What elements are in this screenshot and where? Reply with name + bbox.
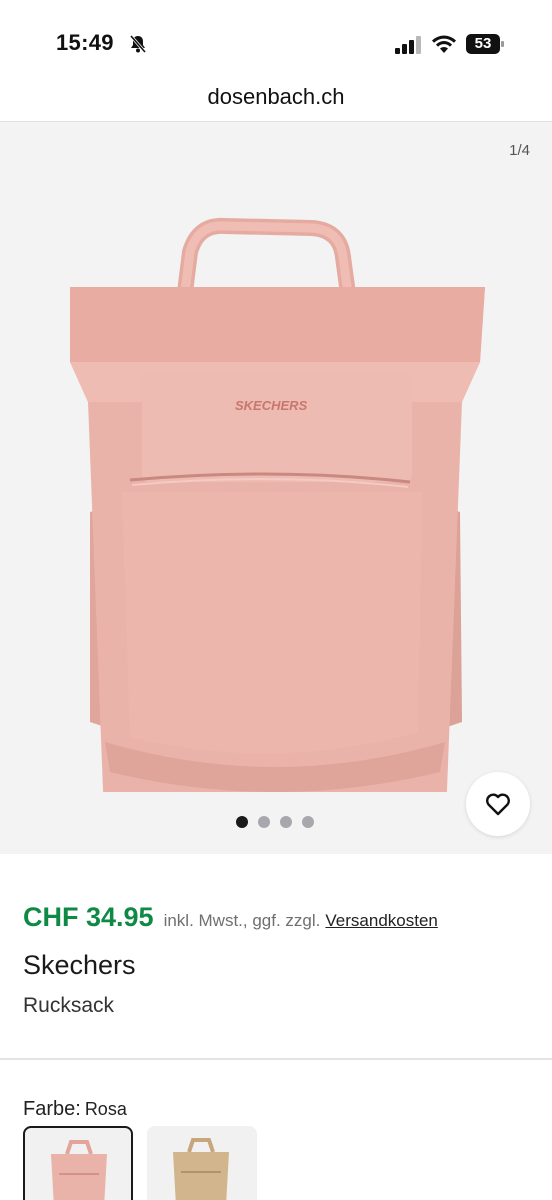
swatch-thumbnail [173, 1138, 229, 1200]
cellular-signal-icon [395, 36, 421, 54]
image-counter: 1/4 [509, 142, 530, 159]
gallery-dot[interactable] [236, 816, 248, 828]
product-gallery[interactable]: 1/4 SKECHERS [0, 122, 552, 854]
battery-level: 53 [474, 35, 492, 52]
wifi-icon [432, 35, 456, 53]
product-image[interactable]: SKECHERS [50, 212, 500, 792]
product-price: CHF 34.95 [23, 902, 154, 932]
gallery-dot[interactable] [302, 816, 314, 828]
heart-icon [486, 793, 510, 816]
price-row: CHF 34.95 inkl. Mwst., ggf. zzgl. Versan… [23, 902, 438, 933]
product-brand[interactable]: Skechers [23, 950, 136, 981]
color-value: Rosa [84, 1099, 127, 1119]
price-note: inkl. Mwst., ggf. zzgl. [163, 911, 321, 930]
status-bar: 15:49 53 [0, 0, 552, 78]
color-swatch-rosa[interactable] [23, 1126, 133, 1200]
shipping-costs-link[interactable]: Versandkosten [325, 911, 437, 931]
product-type: Rucksack [23, 994, 115, 1017]
gallery-pagination [236, 816, 314, 828]
gallery-dot[interactable] [258, 816, 270, 828]
bell-slash-icon [129, 35, 147, 53]
color-label: Farbe: [23, 1098, 81, 1120]
product-info: CHF 34.95 inkl. Mwst., ggf. zzgl. Versan… [0, 854, 552, 1060]
swatch-thumbnail [51, 1140, 107, 1200]
brand-logo: SKECHERS [235, 398, 308, 413]
status-time: 15:49 [56, 30, 114, 55]
battery-icon: 53 [466, 34, 504, 54]
address-bar[interactable]: dosenbach.ch [0, 78, 552, 122]
color-selector: Farbe: Rosa [0, 1060, 552, 1200]
color-swatch-beige[interactable] [147, 1126, 257, 1200]
gallery-dot[interactable] [280, 816, 292, 828]
color-label-row: Farbe: Rosa [23, 1098, 127, 1121]
url-text: dosenbach.ch [207, 84, 345, 109]
favorite-button[interactable] [466, 772, 530, 836]
